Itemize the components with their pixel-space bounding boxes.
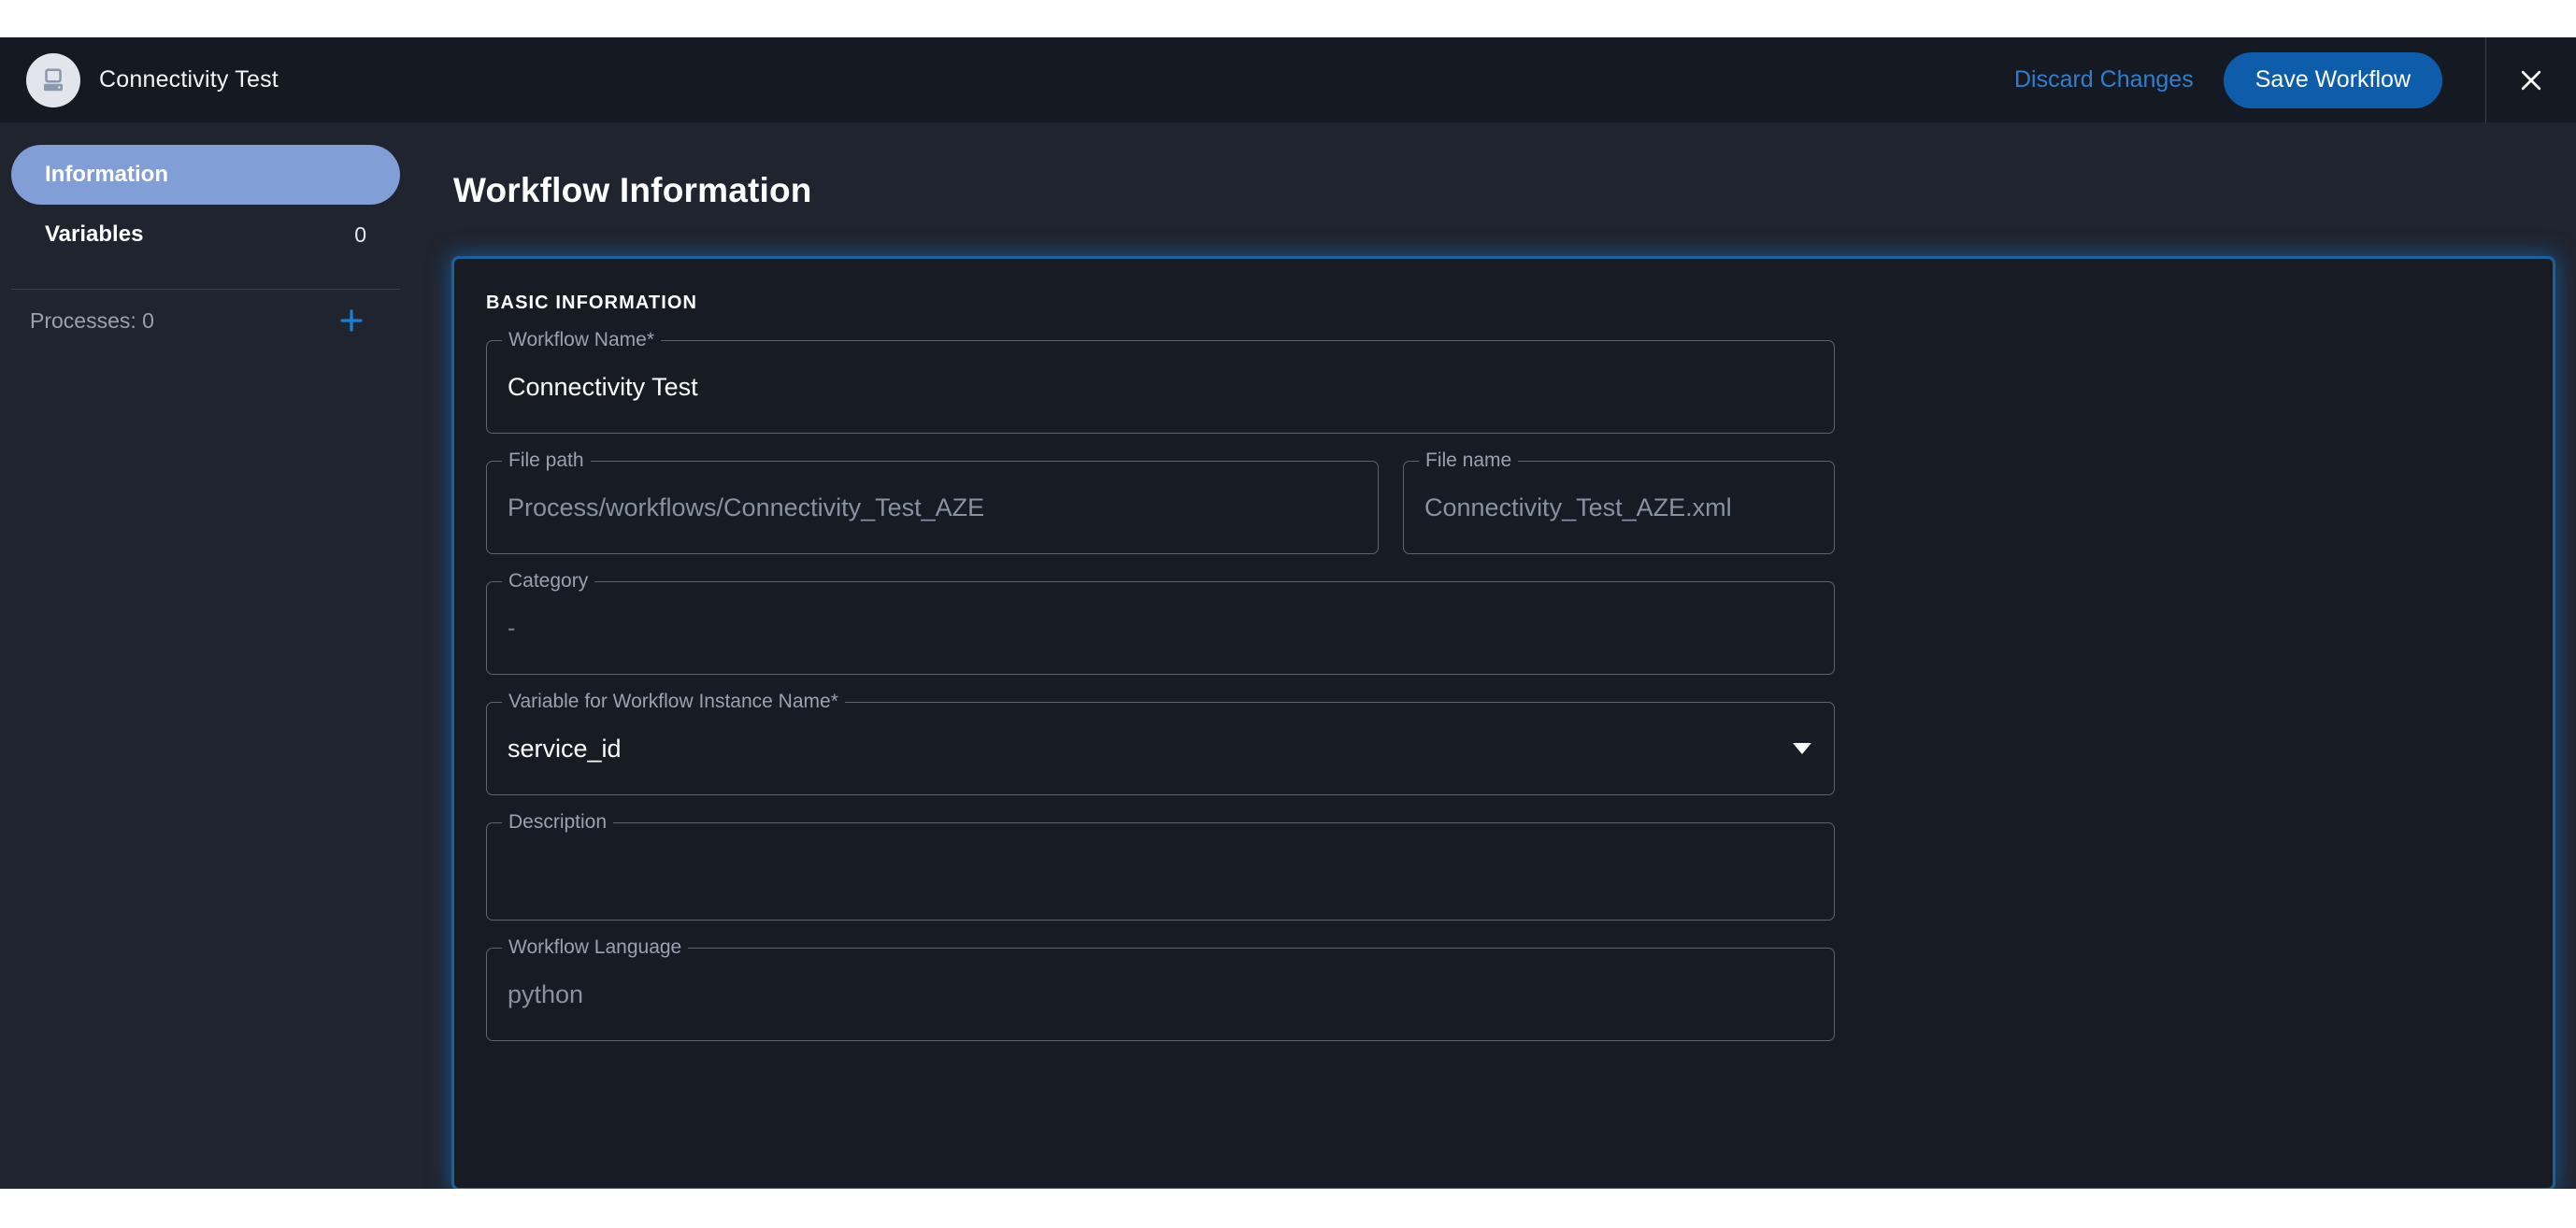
plus-icon[interactable] bbox=[331, 300, 372, 341]
chevron-down-icon[interactable] bbox=[1793, 743, 1811, 754]
processes-row: Processes: 0 bbox=[11, 290, 400, 351]
desktop-computer-icon bbox=[26, 52, 80, 107]
file-name-value: Connectivity_Test_AZE.xml bbox=[1424, 493, 1732, 521]
close-icon[interactable] bbox=[2486, 37, 2576, 122]
basic-information-card: BASIC INFORMATION Workflow Name* Connect… bbox=[451, 256, 2555, 1189]
file-fields-row: File path Process/workflows/Connectivity… bbox=[486, 450, 2521, 581]
workflow-editor-window: Connectivity Test Discard Changes Save W… bbox=[0, 37, 2576, 1189]
instance-name-variable-value: service_id bbox=[508, 734, 622, 763]
workflow-language-label: Workflow Language bbox=[502, 937, 689, 958]
workflow-title: Connectivity Test bbox=[99, 66, 279, 93]
save-workflow-button[interactable]: Save Workflow bbox=[2223, 51, 2442, 108]
sidebar: Information Variables 0 Processes: 0 bbox=[0, 122, 411, 1189]
header-actions: Discard Changes Save Workflow bbox=[2014, 37, 2576, 122]
file-name-field[interactable]: File name Connectivity_Test_AZE.xml bbox=[1403, 450, 1835, 554]
header-left-group: Connectivity Test bbox=[0, 52, 279, 107]
main-content: Workflow Information BASIC INFORMATION W… bbox=[411, 122, 2576, 1189]
sidebar-item-information-label: Information bbox=[45, 162, 168, 187]
description-label: Description bbox=[502, 812, 614, 833]
category-label: Category bbox=[502, 571, 595, 592]
file-name-label: File name bbox=[1419, 450, 1519, 471]
workflow-language-value: python bbox=[508, 979, 584, 1008]
workflow-name-value: Connectivity Test bbox=[508, 372, 698, 401]
workflow-language-field[interactable]: Workflow Language python bbox=[486, 937, 1835, 1041]
sidebar-item-information[interactable]: Information bbox=[11, 145, 400, 205]
discard-changes-button[interactable]: Discard Changes bbox=[2014, 66, 2194, 93]
category-value: - bbox=[508, 614, 516, 641]
instance-name-variable-label: Variable for Workflow Instance Name* bbox=[502, 692, 845, 712]
category-field[interactable]: Category - bbox=[486, 571, 1835, 675]
instance-name-variable-select[interactable]: Variable for Workflow Instance Name* ser… bbox=[486, 692, 1835, 795]
processes-label: Processes: 0 bbox=[30, 307, 154, 333]
workflow-name-label: Workflow Name* bbox=[502, 330, 661, 350]
description-field[interactable]: Description bbox=[486, 812, 1835, 921]
file-path-field[interactable]: File path Process/workflows/Connectivity… bbox=[486, 450, 1379, 554]
section-title: BASIC INFORMATION bbox=[486, 293, 698, 313]
sidebar-item-variables-count: 0 bbox=[354, 221, 366, 247]
workflow-name-field[interactable]: Workflow Name* Connectivity Test bbox=[486, 330, 1835, 434]
page-title: Workflow Information bbox=[453, 171, 812, 209]
file-path-value: Process/workflows/Connectivity_Test_AZE bbox=[508, 493, 985, 521]
app-header: Connectivity Test Discard Changes Save W… bbox=[0, 37, 2576, 122]
file-path-label: File path bbox=[502, 450, 591, 471]
sidebar-item-variables[interactable]: Variables 0 bbox=[11, 205, 400, 264]
sidebar-item-variables-label: Variables bbox=[45, 221, 144, 247]
